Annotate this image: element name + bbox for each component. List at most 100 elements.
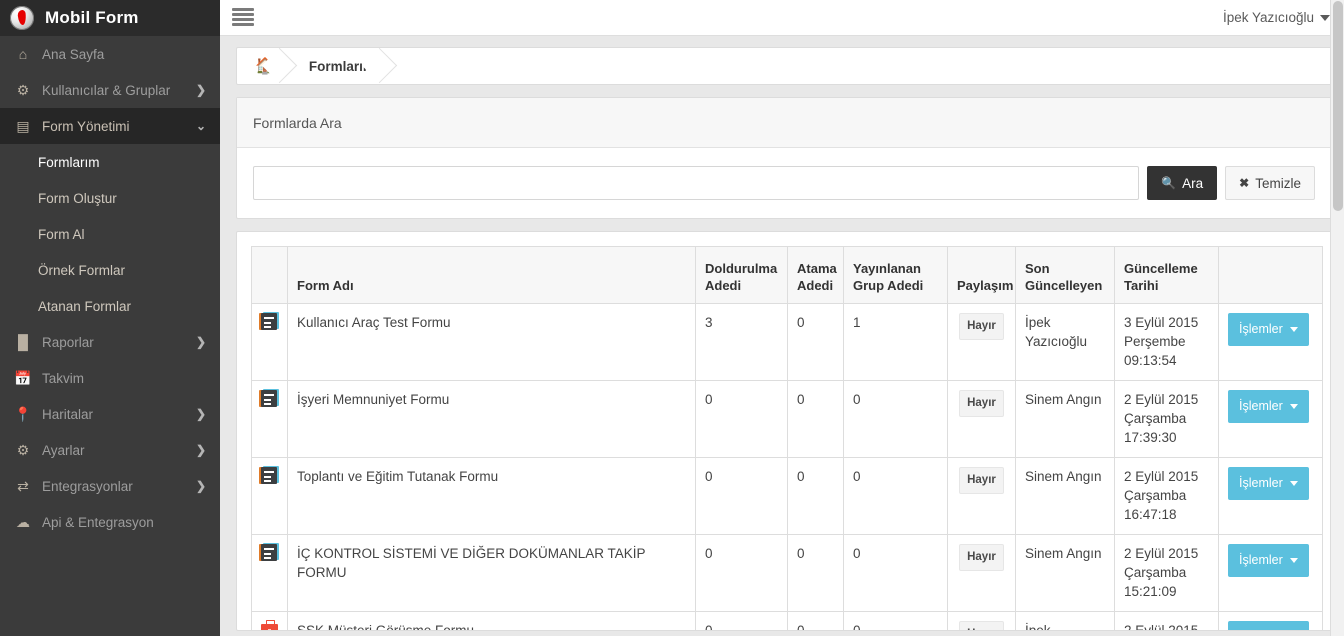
- row-icon-cell: [251, 380, 288, 458]
- breadcrumb-home[interactable]: 🏠: [237, 47, 298, 85]
- row-group-count: 0: [843, 534, 948, 612]
- sidebar-submenu: Formlarım Form Oluştur Form Al Örnek Formla…: [0, 144, 220, 324]
- actions-button-label: İşlemler: [1239, 553, 1283, 567]
- row-fill-count: 0: [695, 457, 788, 535]
- cloud-icon: ☁: [16, 513, 30, 530]
- search-input[interactable]: [253, 166, 1140, 200]
- chevron-down-icon: [1289, 481, 1298, 486]
- row-updated-at: 3 Eylül 2015 Perşembe 09:13:54: [1114, 303, 1219, 381]
- row-updated-at: 2 Eylül 2015 Çarşamba: [1114, 611, 1219, 630]
- sidebar-item-0[interactable]: ⌂ Ana Sayfa: [0, 36, 220, 72]
- row-share-cell: Hayır: [947, 380, 1016, 458]
- form-icon: [261, 544, 277, 561]
- row-updated-by: Sinem Angın: [1015, 380, 1115, 458]
- sidebar-item-label: Raporlar: [42, 334, 94, 350]
- column-header-2: Doldurulma Adedi: [695, 246, 788, 304]
- actions-button[interactable]: İşlemler: [1228, 467, 1309, 500]
- row-fill-count: 0: [695, 611, 788, 630]
- page-scrollbar[interactable]: [1330, 0, 1344, 636]
- row-updated-at: 2 Eylül 2015 Çarşamba 16:47:18: [1114, 457, 1219, 535]
- sidebar-nav-bottom: █ Raporlar ❯ 📅 Takvim 📍 Haritalar ❯ ⚙ Ayarlar ❯ ⇄ En…: [0, 324, 220, 540]
- sidebar-subitem-label: Örnek Formlar: [38, 262, 126, 278]
- actions-button-label: İşlemler: [1239, 322, 1283, 336]
- status-badge: Hayır: [959, 621, 1004, 630]
- actions-button[interactable]: İşlemler: [1228, 621, 1309, 630]
- sidebar-nav-top: ⌂ Ana Sayfa ⚙ Kullanıcılar & Gruplar ❯ ▤ Form …: [0, 36, 220, 144]
- user-menu[interactable]: İpek Yazıcıoğlu: [1223, 10, 1330, 25]
- actions-button[interactable]: İşlemler: [1228, 313, 1309, 346]
- status-badge: Hayır: [959, 390, 1004, 417]
- form-management-icon: ▤: [16, 117, 30, 134]
- table-row: İÇ KONTROL SİSTEMİ VE DİĞER DOKÜMANLAR T…: [251, 534, 1323, 612]
- main-area: İpek Yazıcıoğlu 🏠 Formlarım Formlarda Ar…: [220, 0, 1344, 636]
- sidebar-subitem-2[interactable]: Form Al: [0, 216, 220, 252]
- exchange-icon: ⇄: [17, 477, 29, 494]
- column-header-8: [1218, 246, 1323, 304]
- sidebar-subitem-3[interactable]: Örnek Formlar: [0, 252, 220, 288]
- chevron-down-icon: [1289, 404, 1298, 409]
- column-header-7: Güncelleme Tarihi: [1114, 246, 1219, 304]
- table-row: Kullanıcı Araç Test Formu 3 0 1 Hayır İpek Ya…: [251, 303, 1323, 381]
- chevron-icon: ❯: [195, 479, 206, 493]
- row-share-cell: Hayır: [947, 457, 1016, 535]
- row-actions-cell: İşlemler: [1218, 457, 1323, 535]
- form-icon: [261, 313, 277, 330]
- column-header-0: [251, 246, 288, 304]
- row-fill-count: 0: [695, 534, 788, 612]
- sidebar-item-6[interactable]: ⚙ Ayarlar ❯: [0, 432, 220, 468]
- actions-button-label: İşlemler: [1239, 399, 1283, 413]
- row-fill-count: 0: [695, 380, 788, 458]
- sidebar-item-2[interactable]: ▤ Form Yönetimi ⌄: [0, 108, 220, 144]
- sidebar-subitem-4[interactable]: Atanan Formlar: [0, 288, 220, 324]
- map-marker-icon: 📍: [14, 405, 32, 422]
- row-actions-cell: İşlemler: [1218, 534, 1323, 612]
- search-button[interactable]: 🔍 Ara: [1147, 166, 1218, 200]
- row-icon-cell: [251, 457, 288, 535]
- sidebar-item-label: Form Yönetimi: [42, 118, 130, 134]
- row-group-count: 1: [843, 303, 948, 381]
- sidebar-subitem-1[interactable]: Form Oluştur: [0, 180, 220, 216]
- chevron-down-icon: [1289, 327, 1298, 332]
- row-form-name: İşyeri Memnuniyet Formu: [287, 380, 696, 458]
- forms-table-head: Form Adı Doldurulma Adedi Atama Adedi Yayın…: [251, 246, 1323, 304]
- row-form-name: İÇ KONTROL SİSTEMİ VE DİĞER DOKÜMANLAR T…: [287, 534, 696, 612]
- sidebar: Mobil Form ⌂ Ana Sayfa ⚙ Kullanıcılar & Gru…: [0, 0, 220, 636]
- search-panel-title: Formlarda Ara: [237, 98, 1331, 148]
- sidebar-subitem-label: Formlarım: [38, 154, 100, 170]
- row-form-name: SSK Müşteri Görüşme Formu: [287, 611, 696, 630]
- sidebar-item-4[interactable]: 📅 Takvim: [0, 360, 220, 396]
- sidebar-item-8[interactable]: ☁ Api & Entegrasyon: [0, 504, 220, 540]
- clear-button-label: Temizle: [1255, 175, 1301, 191]
- actions-button[interactable]: İşlemler: [1228, 544, 1309, 577]
- sidebar-item-7[interactable]: ⇄ Entegrasyonlar ❯: [0, 468, 220, 504]
- sidebar-item-1[interactable]: ⚙ Kullanıcılar & Gruplar ❯: [0, 72, 220, 108]
- row-updated-at: 2 Eylül 2015 Çarşamba 17:39:30: [1114, 380, 1219, 458]
- vodafone-logo-icon: [10, 5, 34, 30]
- row-icon-cell: [251, 611, 288, 630]
- column-header-4: Yayınlanan Grup Adedi: [843, 246, 948, 304]
- breadcrumb-current[interactable]: Formlarım: [291, 47, 398, 85]
- sidebar-item-3[interactable]: █ Raporlar ❯: [0, 324, 220, 360]
- sidebar-item-label: Entegrasyonlar: [42, 478, 133, 494]
- clear-button[interactable]: ✖ Temizle: [1225, 166, 1315, 200]
- sidebar-subitem-label: Form Al: [38, 226, 85, 242]
- status-badge: Hayır: [959, 467, 1004, 494]
- row-updated-by: İpek Yazıcıoğlu: [1015, 611, 1115, 630]
- row-share-cell: Hayır: [947, 611, 1016, 630]
- sidebar-subitem-0[interactable]: Formlarım: [0, 144, 220, 180]
- page-scrollbar-thumb[interactable]: [1333, 1, 1343, 211]
- row-assign-count: 0: [787, 457, 844, 535]
- forms-table-header-row: Form Adı Doldurulma Adedi Atama Adedi Yayın…: [251, 246, 1323, 304]
- actions-button[interactable]: İşlemler: [1228, 390, 1309, 423]
- sidebar-item-5[interactable]: 📍 Haritalar ❯: [0, 396, 220, 432]
- user-name-label: İpek Yazıcıoğlu: [1222, 10, 1314, 25]
- sidebar-item-label: Takvim: [42, 370, 85, 386]
- form-icon: [261, 390, 277, 407]
- brand-header[interactable]: Mobil Form: [0, 0, 220, 36]
- bar-chart-icon: █: [18, 334, 28, 350]
- chevron-down-icon: [1289, 558, 1298, 563]
- hamburger-icon[interactable]: [232, 7, 254, 28]
- table-row: Toplantı ve Eğitim Tutanak Formu 0 0 0 Hayır…: [251, 457, 1323, 535]
- row-group-count: 0: [843, 611, 948, 630]
- row-updated-by: İpek Yazıcıoğlu: [1015, 303, 1115, 381]
